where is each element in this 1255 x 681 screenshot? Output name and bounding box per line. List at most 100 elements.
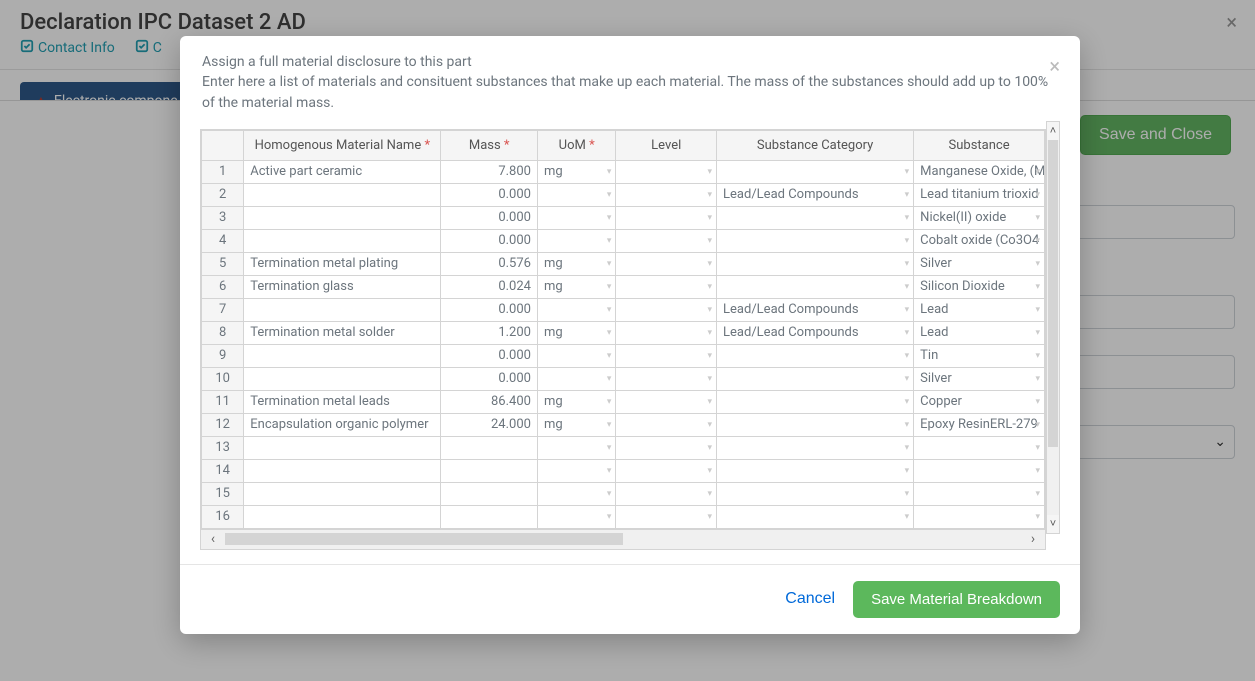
cell-substance[interactable]: Tin (914, 344, 1045, 367)
v-scrollbar-thumb[interactable] (1048, 140, 1058, 448)
cell-category[interactable] (717, 390, 914, 413)
cell-material-name[interactable] (244, 436, 441, 459)
cell-material-name[interactable] (244, 206, 441, 229)
cell-uom[interactable]: mg (537, 321, 615, 344)
table-row[interactable]: 11Termination metal leads86.400mgCopper (202, 390, 1045, 413)
cell-substance[interactable]: Silver (914, 367, 1045, 390)
cell-substance[interactable]: Copper (914, 390, 1045, 413)
cell-category[interactable] (717, 160, 914, 183)
table-row[interactable]: 30.000Nickel(II) oxide (202, 206, 1045, 229)
col-level[interactable]: Level (616, 130, 717, 160)
materials-grid[interactable]: Homogenous Material Name * Mass * UoM * … (200, 129, 1046, 550)
cell-substance[interactable] (914, 505, 1045, 528)
cell-category[interactable] (717, 206, 914, 229)
cell-substance[interactable]: Lead (914, 321, 1045, 344)
cell-uom[interactable] (537, 344, 615, 367)
cell-material-name[interactable] (244, 229, 441, 252)
cell-substance[interactable] (914, 436, 1045, 459)
table-row[interactable]: 15 (202, 482, 1045, 505)
cell-category[interactable] (717, 436, 914, 459)
cell-uom[interactable]: mg (537, 275, 615, 298)
cell-level[interactable] (616, 252, 717, 275)
cell-level[interactable] (616, 183, 717, 206)
cell-category[interactable] (717, 413, 914, 436)
cell-level[interactable] (616, 482, 717, 505)
cell-category[interactable] (717, 482, 914, 505)
cell-category[interactable] (717, 505, 914, 528)
cell-uom[interactable]: mg (537, 160, 615, 183)
cell-mass[interactable]: 0.000 (441, 229, 538, 252)
cell-material-name[interactable]: Termination metal solder (244, 321, 441, 344)
cell-category[interactable]: Lead/Lead Compounds (717, 183, 914, 206)
cell-substance[interactable]: Nickel(II) oxide (914, 206, 1045, 229)
cell-level[interactable] (616, 390, 717, 413)
cell-category[interactable] (717, 459, 914, 482)
col-substance[interactable]: Substance (914, 130, 1045, 160)
col-mass[interactable]: Mass * (441, 130, 538, 160)
cell-level[interactable] (616, 160, 717, 183)
cell-uom[interactable] (537, 183, 615, 206)
cell-category[interactable] (717, 252, 914, 275)
cell-level[interactable] (616, 229, 717, 252)
cell-category[interactable] (717, 229, 914, 252)
cell-substance[interactable]: Manganese Oxide, (M (914, 160, 1045, 183)
cell-material-name[interactable] (244, 482, 441, 505)
cell-substance[interactable]: Silver (914, 252, 1045, 275)
cell-uom[interactable] (537, 298, 615, 321)
cell-substance[interactable]: Lead titanium trioxid (914, 183, 1045, 206)
cell-uom[interactable]: mg (537, 252, 615, 275)
cell-mass[interactable]: 0.000 (441, 298, 538, 321)
col-category[interactable]: Substance Category (717, 130, 914, 160)
scroll-left-icon[interactable]: ‹ (201, 531, 225, 547)
cell-level[interactable] (616, 505, 717, 528)
modal-cancel-button[interactable]: Cancel (785, 590, 835, 608)
v-scrollbar-track[interactable] (1047, 140, 1059, 515)
cell-material-name[interactable]: Termination metal leads (244, 390, 441, 413)
cell-material-name[interactable] (244, 183, 441, 206)
h-scrollbar-thumb[interactable] (225, 533, 623, 545)
cell-mass[interactable] (441, 482, 538, 505)
cell-mass[interactable] (441, 505, 538, 528)
cell-mass[interactable]: 1.200 (441, 321, 538, 344)
cell-substance[interactable]: Epoxy ResinERL-279 (914, 413, 1045, 436)
cell-material-name[interactable] (244, 459, 441, 482)
cell-material-name[interactable]: Termination glass (244, 275, 441, 298)
table-row[interactable]: 40.000Cobalt oxide (Co3O4 (202, 229, 1045, 252)
cell-uom[interactable] (537, 459, 615, 482)
cell-mass[interactable]: 0.576 (441, 252, 538, 275)
save-material-breakdown-button[interactable]: Save Material Breakdown (853, 581, 1060, 618)
scroll-right-icon[interactable]: › (1021, 531, 1045, 547)
cell-level[interactable] (616, 321, 717, 344)
col-uom[interactable]: UoM * (537, 130, 615, 160)
cell-uom[interactable] (537, 482, 615, 505)
cell-mass[interactable] (441, 436, 538, 459)
table-row[interactable]: 90.000Tin (202, 344, 1045, 367)
cell-mass[interactable] (441, 459, 538, 482)
cell-uom[interactable] (537, 436, 615, 459)
cell-level[interactable] (616, 344, 717, 367)
cell-category[interactable]: Lead/Lead Compounds (717, 321, 914, 344)
cell-material-name[interactable] (244, 298, 441, 321)
cell-substance[interactable]: Silicon Dioxide (914, 275, 1045, 298)
table-row[interactable]: 12Encapsulation organic polymer24.000mgE… (202, 413, 1045, 436)
cell-substance[interactable]: Lead (914, 298, 1045, 321)
close-icon[interactable]: × (1049, 52, 1060, 81)
cell-uom[interactable] (537, 229, 615, 252)
cell-uom[interactable] (537, 367, 615, 390)
cell-category[interactable] (717, 275, 914, 298)
scroll-down-icon[interactable]: ˅ (1050, 515, 1056, 533)
table-row[interactable]: 8Termination metal solder1.200mgLead/Lea… (202, 321, 1045, 344)
cell-mass[interactable]: 86.400 (441, 390, 538, 413)
cell-category[interactable] (717, 344, 914, 367)
v-scrollbar[interactable]: ˄ ˅ (1046, 121, 1060, 534)
cell-mass[interactable]: 0.024 (441, 275, 538, 298)
cell-level[interactable] (616, 367, 717, 390)
table-row[interactable]: 100.000Silver (202, 367, 1045, 390)
table-row[interactable]: 13 (202, 436, 1045, 459)
table-row[interactable]: 20.000Lead/Lead CompoundsLead titanium t… (202, 183, 1045, 206)
table-row[interactable]: 6Termination glass0.024mgSilicon Dioxide (202, 275, 1045, 298)
cell-material-name[interactable] (244, 367, 441, 390)
cell-level[interactable] (616, 413, 717, 436)
cell-material-name[interactable] (244, 344, 441, 367)
cell-level[interactable] (616, 298, 717, 321)
